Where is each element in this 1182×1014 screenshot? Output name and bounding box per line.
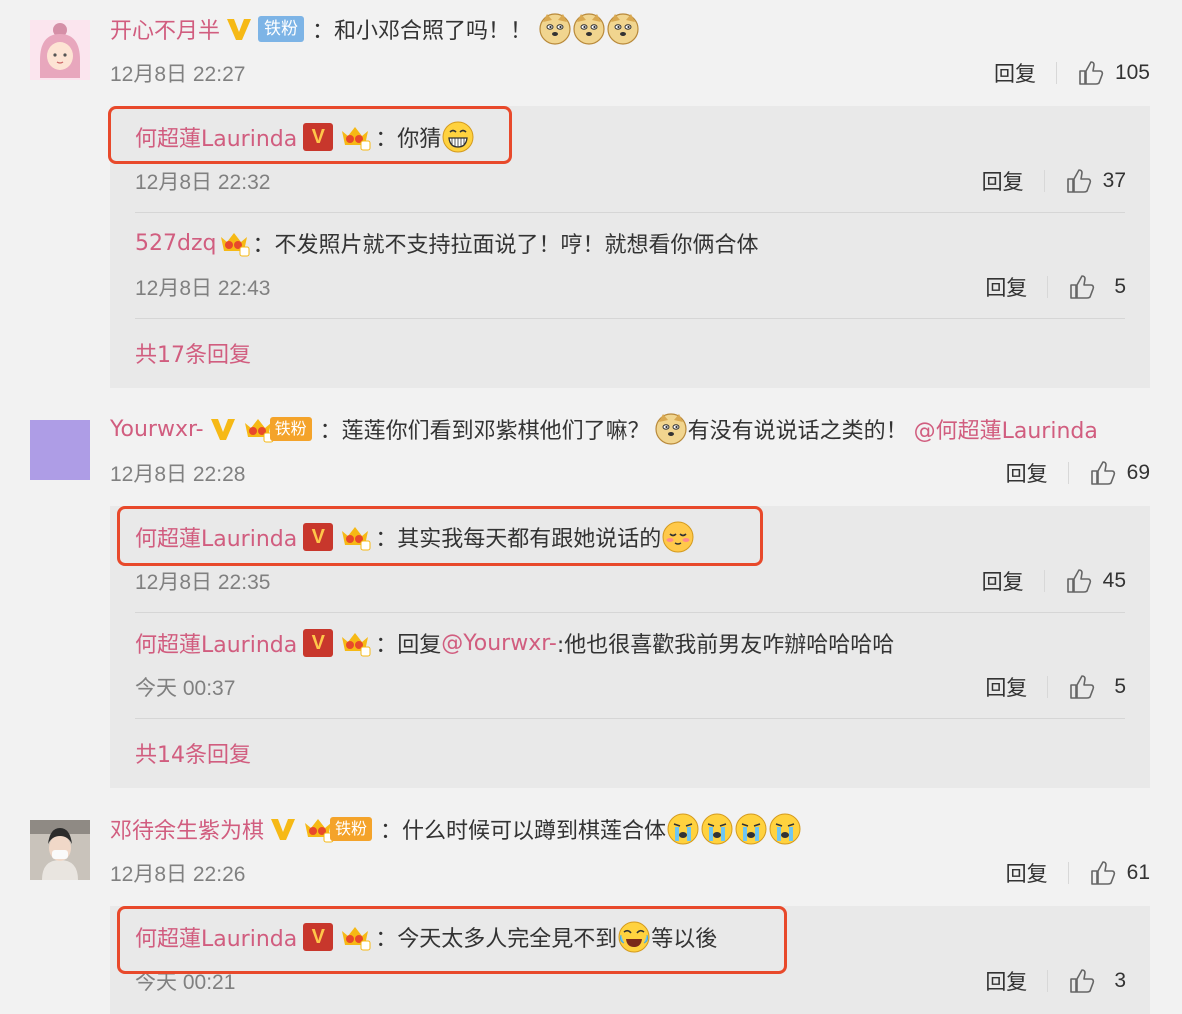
like-count: 45 [1102, 569, 1126, 592]
divider [135, 212, 1125, 213]
crown-badge-icon [218, 229, 250, 257]
reply-button[interactable]: 回复 [985, 272, 1027, 302]
like-count: 69 [1126, 461, 1150, 484]
thumbs-up-icon[interactable] [1065, 567, 1093, 595]
reply-button[interactable]: 回复 [1006, 458, 1048, 488]
divider [1047, 276, 1049, 298]
like-count: 5 [1114, 675, 1126, 698]
reply-button[interactable]: 回复 [985, 672, 1027, 702]
timestamp: 12月8日 22:27 [110, 63, 246, 86]
doge-emoji-icon [654, 412, 688, 446]
avatar[interactable] [30, 820, 90, 880]
divider [1047, 676, 1049, 698]
divider [1055, 62, 1057, 84]
reply-button[interactable]: 回复 [982, 166, 1024, 196]
reply-button[interactable]: 回复 [994, 58, 1036, 88]
highlight-box [108, 106, 512, 164]
divider [1043, 170, 1045, 192]
mention-link[interactable]: @Yourwxr- [441, 631, 557, 656]
fan-badge: 铁粉 [330, 817, 373, 841]
comment-text: 有没有说说话之类的！ [687, 419, 908, 444]
fan-badge: 铁粉 [258, 16, 305, 42]
verified-red-icon: V [303, 629, 334, 657]
doge-emoji-icon [572, 12, 606, 46]
verified-gold-icon [270, 816, 296, 842]
like-count: 5 [1114, 275, 1126, 298]
reply-text: :他也很喜歡我前男友咋辦哈哈哈哈 [556, 633, 895, 658]
verified-gold-icon [226, 16, 252, 42]
reply-button[interactable]: 回复 [1006, 858, 1048, 888]
divider [1043, 570, 1045, 592]
reply-button[interactable]: 回复 [985, 966, 1027, 996]
username[interactable]: 527dzq [135, 231, 216, 256]
reply-button[interactable]: 回复 [982, 566, 1024, 596]
username[interactable]: 开心不月半 [110, 13, 220, 45]
like-count: 61 [1126, 861, 1150, 884]
reply-text: ：回复 [375, 633, 442, 658]
thumbs-up-icon[interactable] [1089, 459, 1117, 487]
divider [135, 612, 1125, 613]
comment-text: ：莲莲你们看到邓紫棋他们了嘛？ [319, 419, 650, 444]
thumbs-up-icon[interactable] [1068, 967, 1096, 995]
thumbs-up-icon[interactable] [1065, 167, 1093, 195]
avatar[interactable] [30, 420, 90, 480]
thumbs-up-icon[interactable] [1068, 273, 1096, 301]
thumbs-up-icon[interactable] [1089, 859, 1117, 887]
thumbs-up-icon[interactable] [1068, 673, 1096, 701]
more-replies-link[interactable]: 共14条回复 [135, 738, 251, 768]
doge-emoji-icon [538, 12, 572, 46]
divider [135, 718, 1125, 719]
avatar[interactable] [30, 20, 90, 80]
username[interactable]: Yourwxr- [110, 417, 204, 442]
reply-text: ：不发照片就不支持拉面说了！哼！就想看你俩合体 [252, 233, 759, 258]
crying-emoji-icon [700, 812, 734, 846]
crown-badge-icon [242, 415, 274, 443]
like-count: 105 [1114, 61, 1150, 84]
divider [1067, 862, 1069, 884]
timestamp: 12月8日 22:32 [135, 171, 271, 194]
timestamp: 12月8日 22:35 [135, 571, 271, 594]
divider [1047, 970, 1049, 992]
crown-badge-icon [339, 629, 371, 657]
like-count: 3 [1114, 969, 1126, 992]
timestamp: 12月8日 22:28 [110, 463, 246, 486]
comment-text: ：什么时候可以蹲到棋莲合体 [380, 819, 667, 844]
timestamp: 12月8日 22:43 [135, 277, 271, 300]
crying-emoji-icon [768, 812, 802, 846]
username[interactable]: 何超蓮Laurinda [135, 627, 297, 659]
thumbs-up-icon[interactable] [1077, 59, 1105, 87]
divider [1067, 462, 1069, 484]
divider [135, 318, 1125, 319]
username[interactable]: 邓待余生紫为棋 [110, 813, 264, 845]
verified-gold-icon [210, 416, 236, 442]
mention-link[interactable]: @何超蓮Laurinda [914, 413, 1098, 445]
timestamp: 12月8日 22:26 [110, 863, 246, 886]
highlight-box [117, 906, 787, 974]
comment-text: ：和小邓合照了吗！！ [312, 19, 533, 44]
fan-badge: 铁粉 [269, 417, 312, 441]
doge-emoji-icon [606, 12, 640, 46]
highlight-box [117, 506, 763, 566]
timestamp: 今天 00:37 [135, 677, 236, 700]
crying-emoji-icon [734, 812, 768, 846]
like-count: 37 [1102, 169, 1126, 192]
crying-emoji-icon [666, 812, 700, 846]
more-replies-link[interactable]: 共17条回复 [135, 338, 251, 368]
